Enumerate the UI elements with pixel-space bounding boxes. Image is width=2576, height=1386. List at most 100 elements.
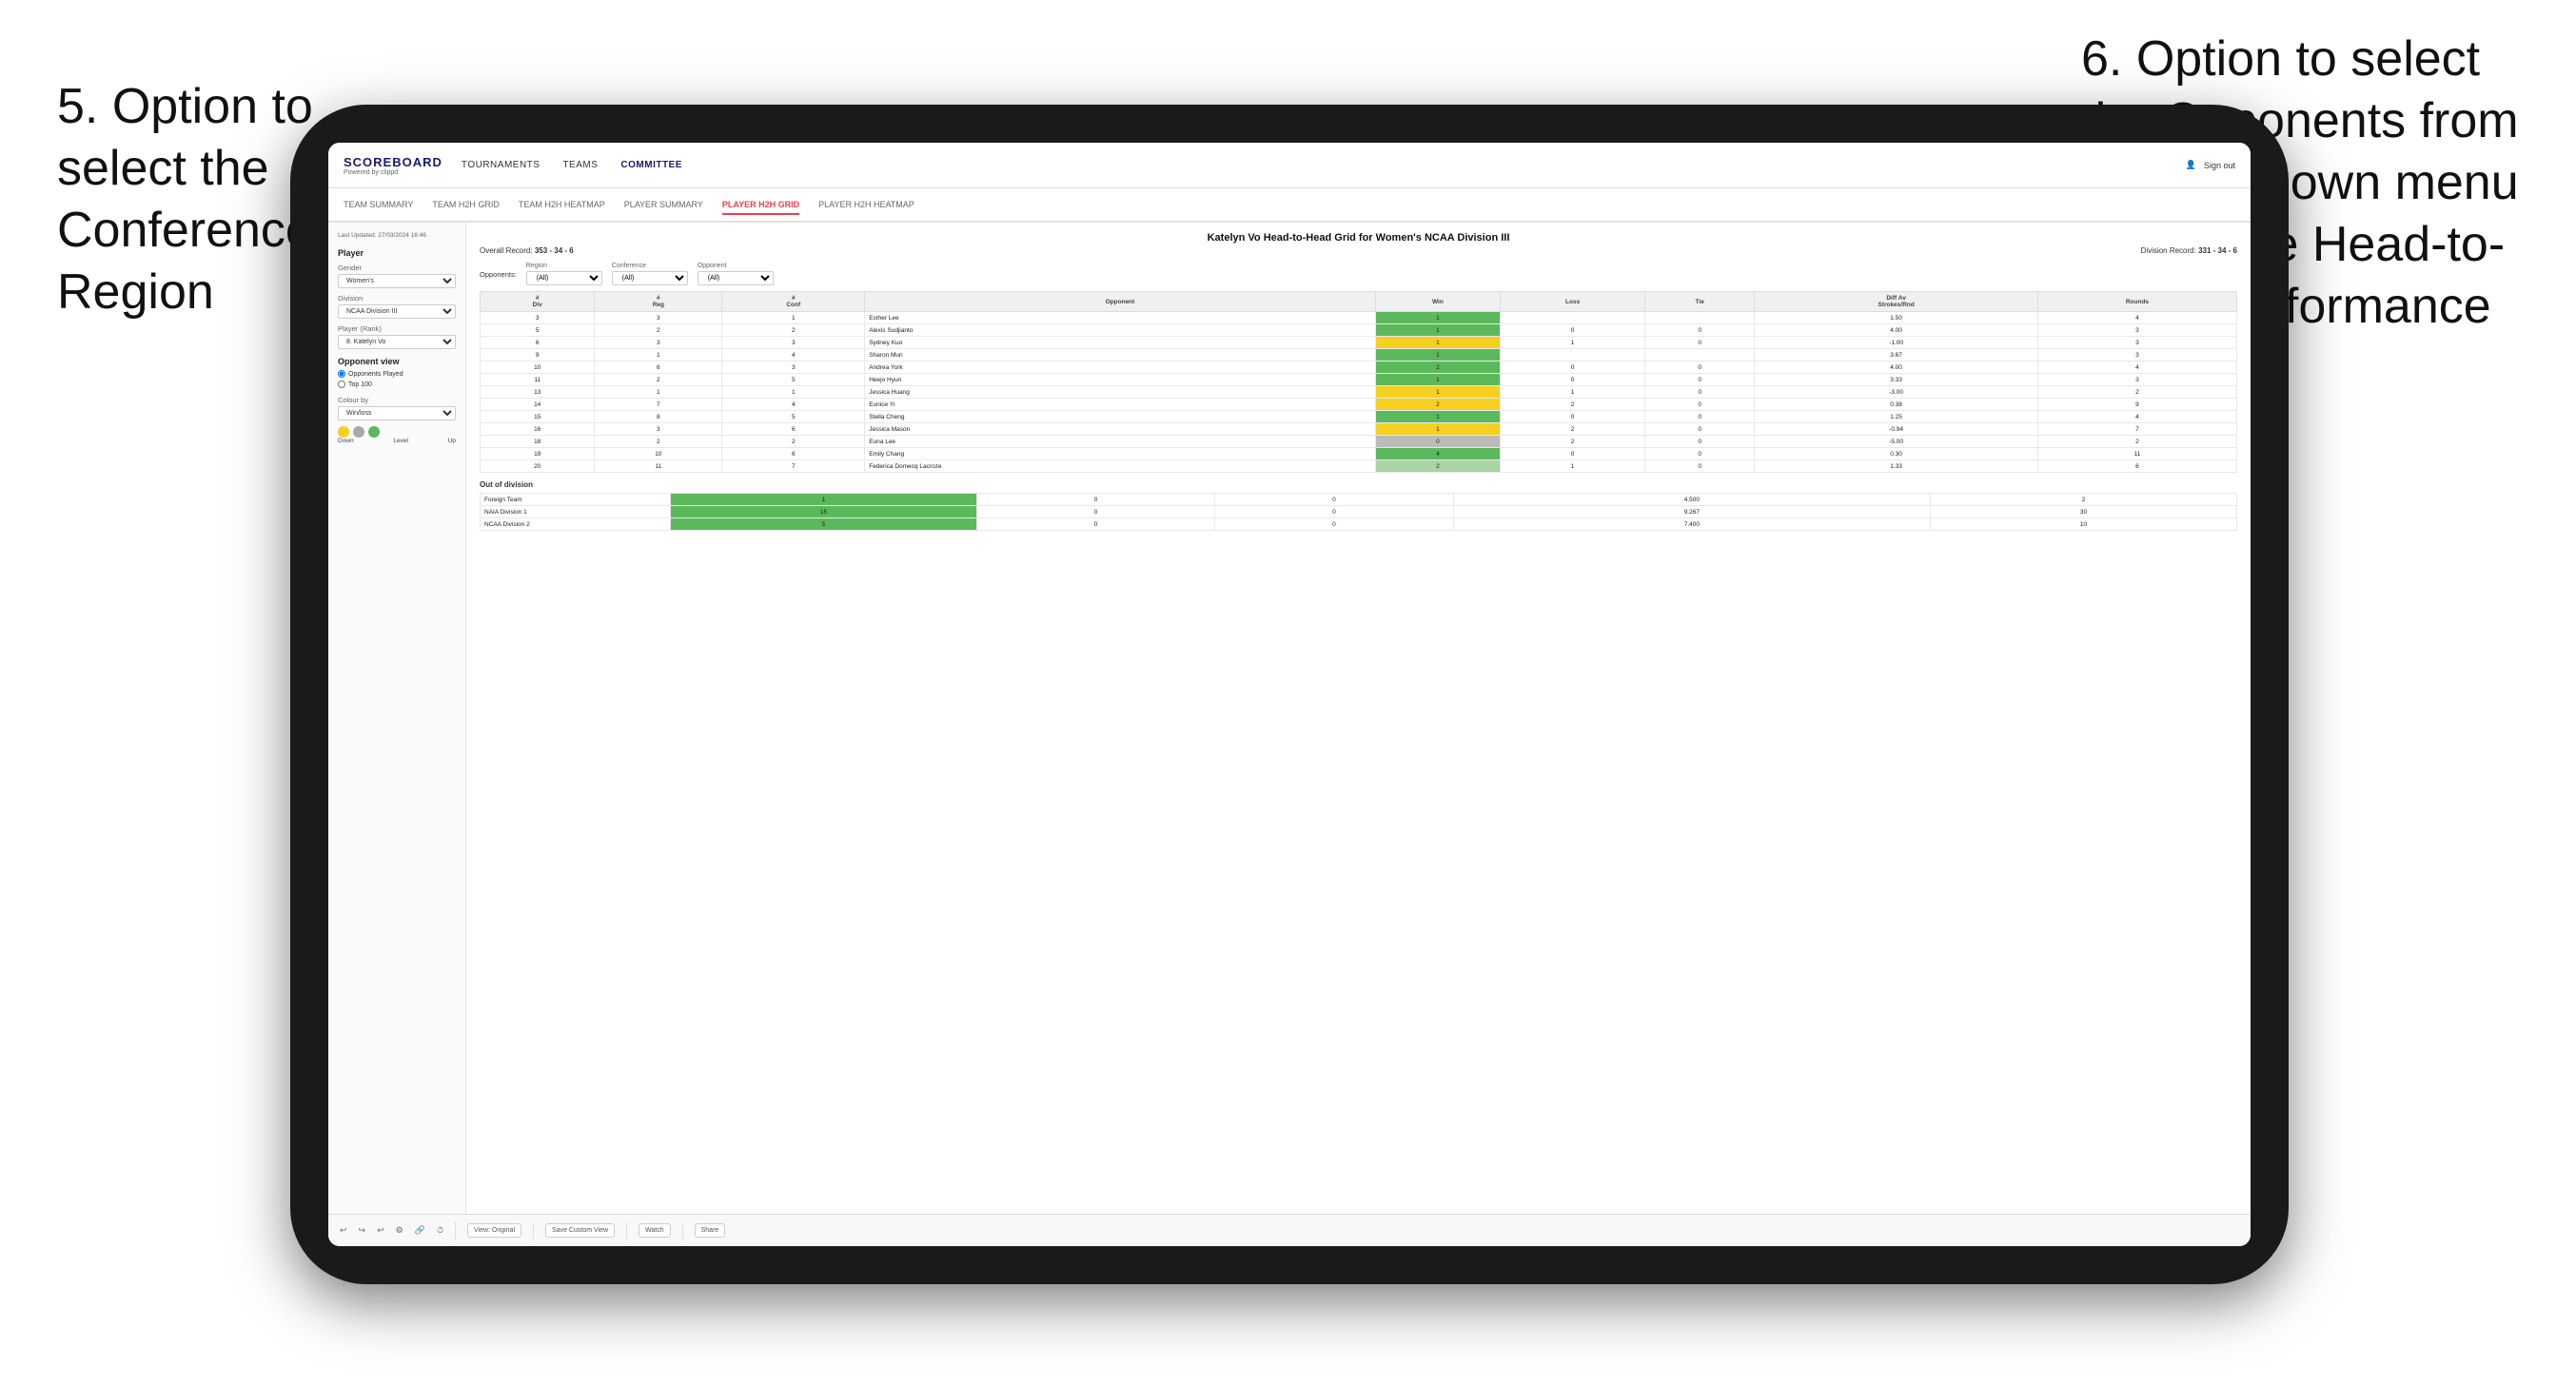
- ood-cell-rounds: 10: [1931, 518, 2237, 531]
- sub-nav-player-h2h-heatmap[interactable]: PLAYER H2H HEATMAP: [818, 196, 914, 215]
- cell-name: Euna Lee: [865, 436, 1376, 448]
- tablet-device: SCOREBOARD Powered by clippd TOURNAMENTS…: [290, 105, 2289, 1284]
- share-btn[interactable]: Share: [695, 1223, 726, 1238]
- cell-name: Sydney Kuo: [865, 337, 1376, 349]
- opponent-view-title: Opponent view: [338, 357, 456, 366]
- cell-diff: -0.94: [1755, 423, 2038, 436]
- conference-filter-select[interactable]: (All): [612, 271, 688, 285]
- ood-cell-tie: 0: [1215, 518, 1453, 531]
- division-record: Division Record: 331 - 34 - 6: [2141, 246, 2237, 255]
- cell-name: Emily Chang: [865, 448, 1376, 460]
- cell-rounds: 3: [2037, 374, 2236, 386]
- cell-conf: 6: [722, 423, 865, 436]
- overall-record: Overall Record: 353 - 34 - 6: [480, 246, 574, 255]
- cell-rounds: 7: [2037, 423, 2236, 436]
- table-row: 20 11 7 Federica Domecq Lacroze 2 1 0 1.…: [481, 460, 2237, 473]
- sub-nav-team-h2h-heatmap[interactable]: TEAM H2H HEATMAP: [519, 196, 605, 215]
- app-container: SCOREBOARD Powered by clippd TOURNAMENTS…: [328, 143, 2251, 1246]
- cell-tie: 0: [1645, 324, 1755, 337]
- sub-nav-player-summary[interactable]: PLAYER SUMMARY: [624, 196, 703, 215]
- cell-reg: 7: [595, 399, 722, 411]
- cell-reg: 3: [595, 423, 722, 436]
- table-row: 5 2 2 Alexis Sudjianto 1 0 0 4.00 3: [481, 324, 2237, 337]
- cell-diff: 4.00: [1755, 361, 2038, 374]
- table-row: 18 2 2 Euna Lee 0 2 0 -5.00 2: [481, 436, 2237, 448]
- table-row: 13 1 1 Jessica Huang 1 1 0 -3.00 2: [481, 386, 2237, 399]
- legend-row: [338, 426, 456, 438]
- cell-conf: 7: [722, 460, 865, 473]
- ood-table-row: NAIA Division 1 15 0 0 9.267 30: [481, 506, 2237, 518]
- division-select[interactable]: NCAA Division III: [338, 304, 456, 319]
- colour-by-select[interactable]: Win/loss: [338, 406, 456, 420]
- th-conf: #Conf: [722, 292, 865, 312]
- cell-tie: 0: [1645, 399, 1755, 411]
- watch-btn[interactable]: Watch: [639, 1223, 671, 1238]
- view-original-btn[interactable]: View: Original: [467, 1223, 521, 1238]
- cell-tie: 0: [1645, 460, 1755, 473]
- th-loss: Loss: [1501, 292, 1645, 312]
- undo-icon[interactable]: ↩: [340, 1225, 347, 1236]
- cell-loss: 0: [1501, 374, 1645, 386]
- link-icon[interactable]: 🔗: [415, 1225, 425, 1236]
- ood-cell-tie: 0: [1215, 494, 1453, 506]
- cell-tie: [1645, 349, 1755, 361]
- redo1-icon[interactable]: ↪: [359, 1225, 366, 1236]
- cell-div: 14: [481, 399, 595, 411]
- grid-title: Katelyn Vo Head-to-Head Grid for Women's…: [480, 232, 2237, 244]
- toolbar-sep4: [682, 1222, 683, 1240]
- sub-nav-team-h2h-grid[interactable]: TEAM H2H GRID: [432, 196, 500, 215]
- radio-opponents-played[interactable]: Opponents Played: [338, 370, 456, 378]
- cell-name: Eunice Yi: [865, 399, 1376, 411]
- cell-diff: -3.00: [1755, 386, 2038, 399]
- radio-top100[interactable]: Top 100: [338, 381, 456, 388]
- save-custom-view-btn[interactable]: Save Custom View: [545, 1223, 615, 1238]
- ood-table-row: NCAA Division 2 5 0 0 7.400 10: [481, 518, 2237, 531]
- gender-select[interactable]: Women's: [338, 274, 456, 288]
- undo2-icon[interactable]: ↩: [377, 1225, 384, 1236]
- nav-tournaments[interactable]: TOURNAMENTS: [462, 156, 541, 174]
- sub-nav-team-summary[interactable]: TEAM SUMMARY: [344, 196, 413, 215]
- toolbar-sep3: [626, 1222, 627, 1240]
- ood-cell-diff: 9.267: [1453, 506, 1930, 518]
- cell-win: 1: [1375, 411, 1500, 423]
- cell-conf: 1: [722, 386, 865, 399]
- cell-diff: 1.25: [1755, 411, 2038, 423]
- nav-teams[interactable]: TEAMS: [562, 156, 598, 174]
- cell-diff: 0.30: [1755, 448, 2038, 460]
- toolbar-sep2: [533, 1222, 534, 1240]
- cell-win: 1: [1375, 374, 1500, 386]
- cell-tie: 0: [1645, 423, 1755, 436]
- radio-group: Opponents Played Top 100: [338, 370, 456, 388]
- cell-win: 1: [1375, 312, 1500, 324]
- filter-row: Opponents: Region (All) Conference (: [480, 263, 2237, 285]
- cell-name: Stella Cheng: [865, 411, 1376, 423]
- ood-cell-name: NCAA Division 2: [481, 518, 671, 531]
- ood-cell-diff: 4.500: [1453, 494, 1930, 506]
- settings-icon[interactable]: ⚙: [396, 1225, 403, 1236]
- cell-win: 1: [1375, 423, 1500, 436]
- th-tie: Tie: [1645, 292, 1755, 312]
- clock-icon[interactable]: ⏱: [437, 1225, 443, 1236]
- cell-loss: [1501, 312, 1645, 324]
- opponent-filter-select[interactable]: (All): [698, 271, 774, 285]
- cell-reg: 2: [595, 324, 722, 337]
- right-content: Katelyn Vo Head-to-Head Grid for Women's…: [466, 223, 2251, 1214]
- ood-cell-tie: 0: [1215, 506, 1453, 518]
- cell-loss: 1: [1501, 460, 1645, 473]
- cell-win: 1: [1375, 386, 1500, 399]
- cell-tie: 0: [1645, 374, 1755, 386]
- cell-diff: 1.50: [1755, 312, 2038, 324]
- cell-win: 2: [1375, 361, 1500, 374]
- sub-nav-player-h2h-grid[interactable]: PLAYER H2H GRID: [722, 196, 799, 215]
- ood-cell-win: 15: [671, 506, 977, 518]
- player-rank-select[interactable]: 8. Katelyn Vo: [338, 335, 456, 349]
- legend-labels: Down Level Up: [338, 438, 456, 444]
- nav-right: 👤 Sign out: [2186, 160, 2235, 170]
- bottom-toolbar: ↩ ↪ ↩ ⚙ 🔗 ⏱ View: Original Save Custom V…: [328, 1214, 2251, 1246]
- cell-reg: 1: [595, 386, 722, 399]
- cell-loss: 0: [1501, 361, 1645, 374]
- sign-out-link[interactable]: Sign out: [2204, 161, 2235, 170]
- cell-name: Esther Lee: [865, 312, 1376, 324]
- nav-committee[interactable]: COMMITTEE: [620, 156, 682, 174]
- region-filter-select[interactable]: (All): [526, 271, 602, 285]
